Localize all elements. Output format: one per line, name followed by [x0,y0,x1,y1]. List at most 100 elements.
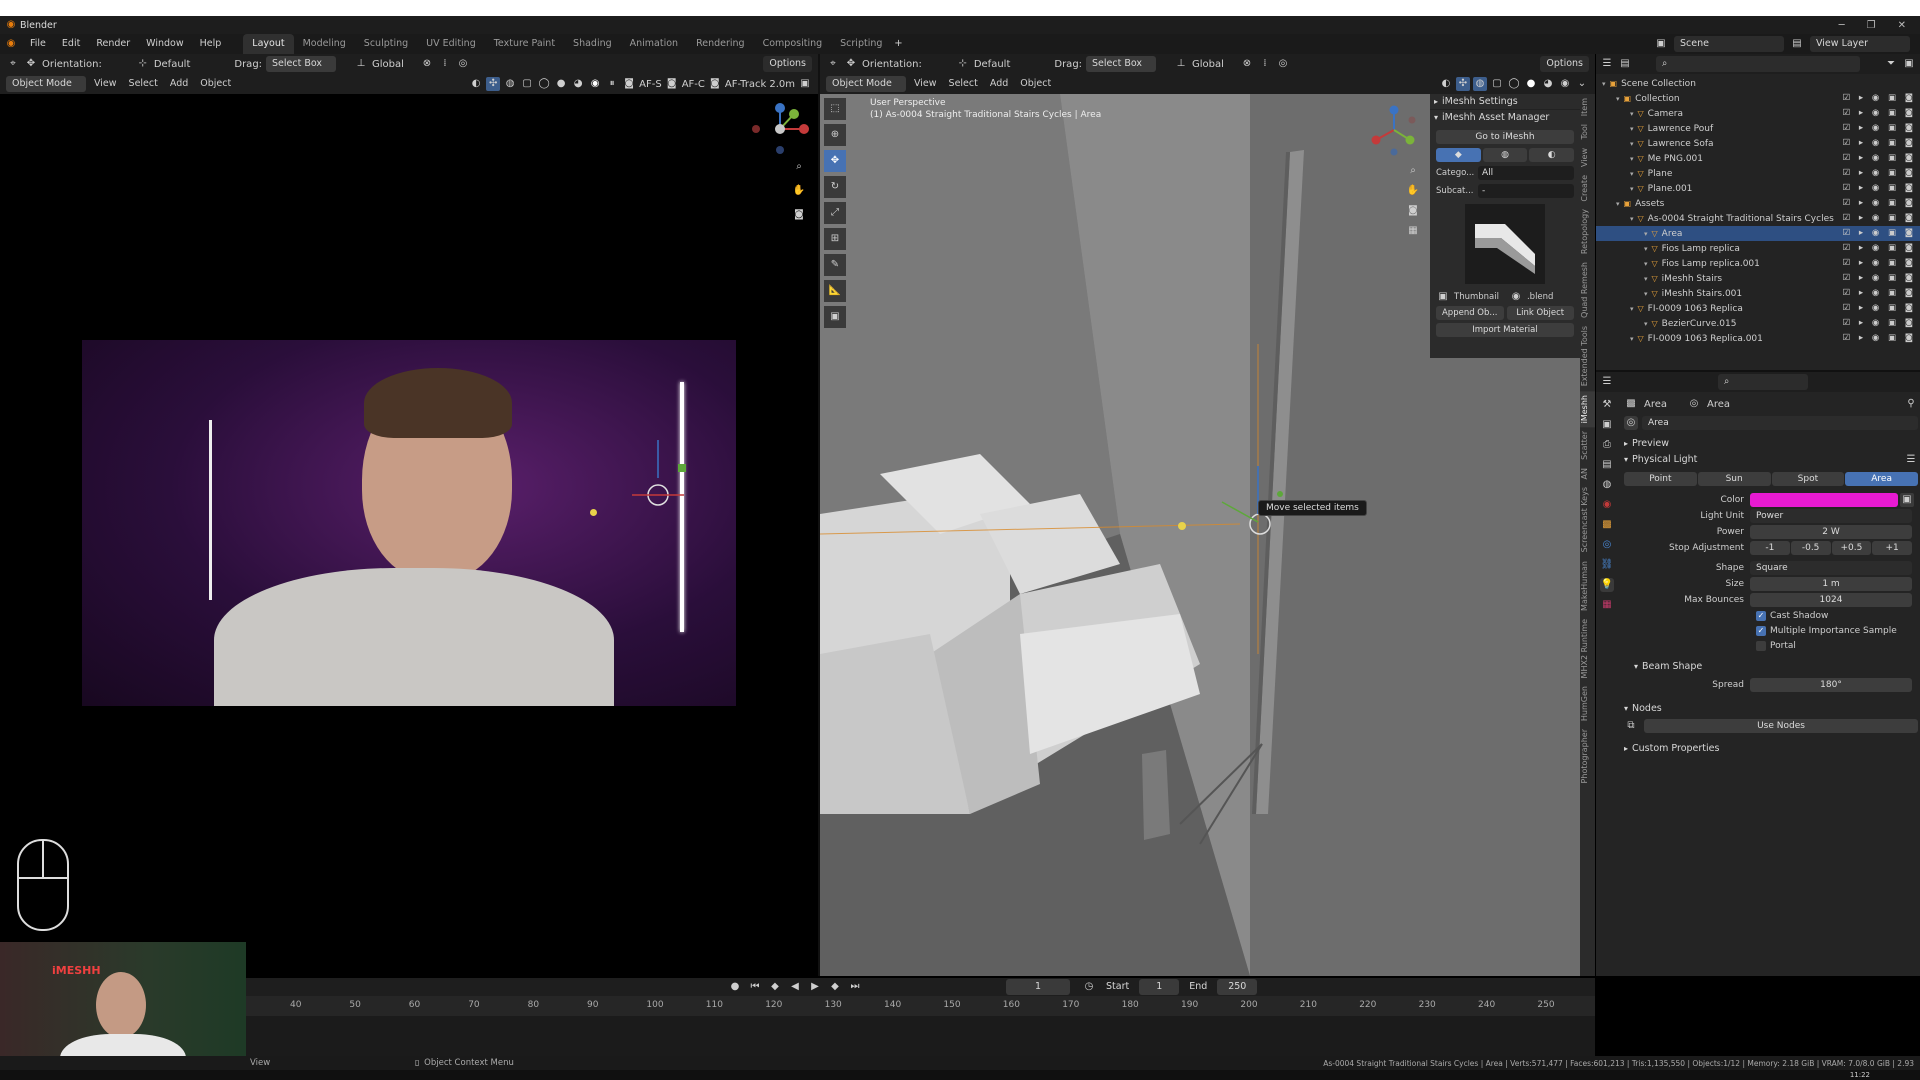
imeshh-materials-tab[interactable]: ◍ [1482,148,1528,162]
beam-shape-header[interactable]: ▾ Beam Shape [1620,659,1918,675]
minimize-icon[interactable]: ─ [1839,20,1845,31]
tab-scripting[interactable]: Scripting [831,34,891,54]
outliner-row[interactable]: ▾ ▽ iMeshh Stairs ☑ ▸ ◉ ▣ ◙ [1596,271,1920,286]
stop-plus-half-button[interactable]: +0.5 [1831,541,1872,555]
expand-arrow-icon[interactable]: ▾ [1630,155,1634,163]
outliner-row[interactable]: ▾ ▽ Lawrence Pouf ☑ ▸ ◉ ▣ ◙ [1596,121,1920,136]
new-collection-icon[interactable]: ▣ [1902,57,1916,71]
timeline-ruler[interactable]: 40 50 60 70 80 90 100 110 120 130 140 150 160 170 180 1… [200,996,1595,1016]
visibility-controls-icon[interactable]: ☑ ▸ ◉ ▣ ◙ [1843,121,1916,136]
expand-arrow-icon[interactable]: ▾ [1630,125,1634,133]
color-picker-icon[interactable]: ▣ [1900,493,1914,507]
visibility-controls-icon[interactable]: ☑ ▸ ◉ ▣ ◙ [1843,196,1916,211]
menu-help[interactable]: Help [192,34,230,54]
options-dropdown[interactable]: Options [763,56,812,72]
jump-end-icon[interactable]: ⏭ [848,980,862,994]
navigation-gizmo[interactable] [742,94,812,164]
expand-arrow-icon[interactable]: ▾ [1644,245,1648,253]
next-keyframe-icon[interactable]: ◆ [828,980,842,994]
end-frame-field[interactable]: 250 [1217,979,1258,995]
focus-distance[interactable]: 2.0m [769,79,795,90]
side-tab[interactable]: Retopology [1580,205,1595,258]
category-dropdown[interactable]: All [1478,166,1574,180]
side-tab[interactable]: View [1580,144,1595,171]
outliner-row[interactable]: ▾ ▣ Scene Collection [1596,76,1920,91]
camera-view-icon[interactable]: ▣ [798,77,812,91]
vp-snap-icon[interactable]: ⁞ [1258,57,1272,71]
left-menu-view[interactable]: View [90,74,121,94]
side-tab[interactable]: Photographer [1580,725,1595,787]
outliner-search[interactable]: ⌕ [1656,56,1860,72]
expand-arrow-icon[interactable]: ▾ [1630,185,1634,193]
camera-toggle-icon[interactable]: ◙ [792,208,806,222]
visibility-controls-icon[interactable]: ☑ ▸ ◉ ▣ ◙ [1843,151,1916,166]
left-menu-object[interactable]: Object [196,74,235,94]
prev-keyframe-icon[interactable]: ◆ [768,980,782,994]
left-menu-select[interactable]: Select [125,74,162,94]
start-frame-field[interactable]: 1 [1139,979,1180,995]
vp-editor-type-icon[interactable]: ⌖ [826,57,840,71]
vp-options-dropdown[interactable]: Options [1540,56,1589,72]
select-tool-icon[interactable]: ⬚ [824,98,846,120]
visibility-controls-icon[interactable]: ☑ ▸ ◉ ▣ ◙ [1843,166,1916,181]
expand-arrow-icon[interactable]: ▾ [1644,230,1648,238]
light-unit-dropdown[interactable]: Power [1750,509,1912,523]
pivot-icon[interactable]: ⊗ [420,57,434,71]
light-type-spot[interactable]: Spot [1771,472,1845,486]
side-tab[interactable]: Tool [1580,120,1595,144]
xray-icon[interactable]: ▢ [520,77,534,91]
object-mode-dropdown[interactable]: Object Mode [6,76,86,92]
tab-compositing[interactable]: Compositing [754,34,832,54]
physics-tab-icon[interactable]: ◎ [1600,538,1614,552]
overlay-icon[interactable]: ◍ [503,77,517,91]
portal-checkbox[interactable] [1756,640,1766,651]
close-icon[interactable]: ✕ [1898,20,1906,31]
use-nodes-button[interactable]: Use Nodes [1644,719,1918,733]
vp-menu-add[interactable]: Add [986,74,1012,94]
expand-arrow-icon[interactable]: ▾ [1630,335,1634,343]
outliner-row[interactable]: ▾ ▽ Plane ☑ ▸ ◉ ▣ ◙ [1596,166,1920,181]
gizmo-icon[interactable]: ✣ [486,77,501,91]
preview-panel-header[interactable]: ▸ Preview [1620,436,1918,452]
display-mode-icon[interactable]: ▤ [1618,57,1632,71]
snap-icon[interactable]: ⁞ [438,57,452,71]
current-frame-field[interactable]: 1 [1006,979,1070,995]
play-icon[interactable]: ▶ [808,980,822,994]
view-layer-selector[interactable]: View Layer [1810,36,1910,52]
visibility-controls-icon[interactable]: ☑ ▸ ◉ ▣ ◙ [1843,316,1916,331]
vp-orientation-dropdown[interactable]: Default [974,59,1011,70]
vp-xray-icon[interactable]: ▢ [1490,77,1504,91]
pan-hand-icon[interactable]: ✋ [792,184,806,198]
vp-pan-icon[interactable]: ✋ [1406,184,1420,198]
visibility-controls-icon[interactable]: ☑ ▸ ◉ ▣ ◙ [1843,271,1916,286]
subcategory-dropdown[interactable]: - [1478,184,1574,198]
outliner-row[interactable]: ▾ ▣ Assets ☑ ▸ ◉ ▣ ◙ [1596,196,1920,211]
vp-menu-object[interactable]: Object [1016,74,1055,94]
rotate-tool-icon[interactable]: ↻ [824,176,846,198]
properties-search[interactable]: ⌕ [1718,374,1808,390]
side-tab[interactable]: Quad Remesh [1580,258,1595,322]
outliner-row[interactable]: ▾ ▽ Fios Lamp replica ☑ ▸ ◉ ▣ ◙ [1596,241,1920,256]
outliner-row[interactable]: ▾ ▣ Collection ☑ ▸ ◉ ▣ ◙ [1596,91,1920,106]
proportional-icon[interactable]: ◎ [456,57,470,71]
shading-wire-icon[interactable]: ◯ [537,77,551,91]
vp-transform-dropdown[interactable]: Global [1192,59,1224,70]
expand-arrow-icon[interactable]: ▾ [1644,320,1648,328]
timeline-body[interactable] [200,1016,1595,1056]
properties-editor-icon[interactable]: ☰ [1600,375,1614,389]
expand-arrow-icon[interactable]: ▾ [1644,290,1648,298]
tab-modeling[interactable]: Modeling [294,34,355,54]
vp-menu-select[interactable]: Select [945,74,982,94]
3d-viewport[interactable]: User Perspective (1) As-0004 Straight Tr… [820,94,1580,976]
af-track-toggle[interactable]: AF-Track [725,79,766,90]
outliner-row[interactable]: ▾ ▽ As-0004 Straight Traditional Stairs Cy… [1596,211,1920,226]
go-to-imeshh-button[interactable]: Go to iMeshh [1436,130,1574,144]
light-data-tab-icon[interactable]: 💡 [1600,578,1614,592]
outliner-row[interactable]: ▾ ▽ Me PNG.001 ☑ ▸ ◉ ▣ ◙ [1596,151,1920,166]
physical-light-panel-header[interactable]: ▾ Physical Light ☰ [1620,452,1918,468]
scale-tool-icon[interactable]: ⤢ [824,202,846,224]
visibility-controls-icon[interactable]: ☑ ▸ ◉ ▣ ◙ [1843,241,1916,256]
side-tab[interactable]: HumGen [1580,682,1595,725]
side-tab[interactable]: MakeHuman [1580,557,1595,615]
blender-menu-icon[interactable]: ◉ [4,37,18,51]
